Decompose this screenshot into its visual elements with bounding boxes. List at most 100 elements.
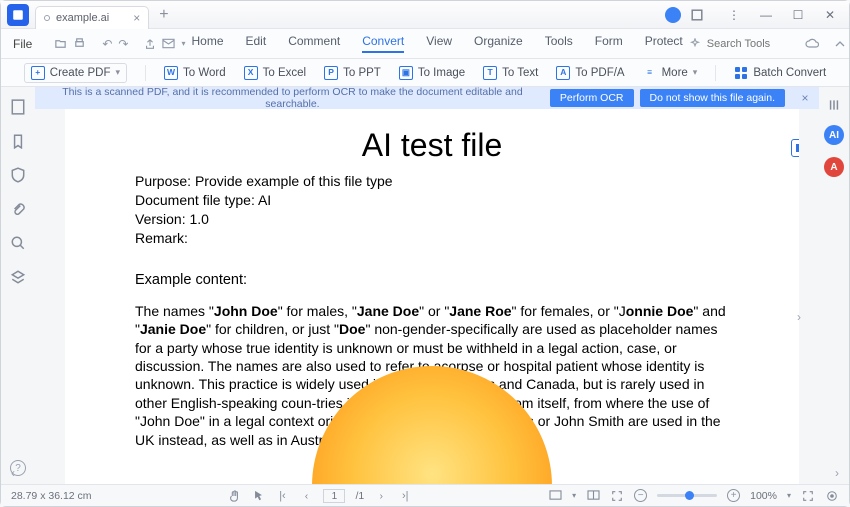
kebab-menu-icon[interactable]: ⋮ (723, 8, 745, 22)
tool-search[interactable] (689, 38, 787, 50)
document-tab[interactable]: example.ai × (35, 6, 149, 29)
last-page-icon[interactable]: ›| (398, 489, 412, 503)
document-page: AI test file Purpose: Provide example of… (65, 109, 799, 486)
tab-favicon-icon (44, 15, 50, 21)
attachments-icon[interactable] (10, 201, 26, 217)
minimize-icon[interactable]: — (755, 8, 777, 22)
nav-organize[interactable]: Organize (474, 34, 523, 53)
menu-bar: File ↶ ↷ ▾ Home Edit Comment Convert Vie… (1, 29, 849, 59)
next-page-icon[interactable]: › (797, 310, 805, 318)
status-bar: 28.79 x 36.12 cm |‹ ‹ 1 /1 › ›| ▾ − + 10… (1, 484, 849, 506)
hand-tool-icon[interactable] (227, 489, 241, 503)
thumbnails-icon[interactable] (10, 99, 26, 115)
image-icon: ▣ (399, 66, 413, 80)
to-ppt-button[interactable]: PTo PPT (324, 66, 381, 80)
chevron-down-icon: ▾ (116, 67, 121, 78)
text-icon: T (483, 66, 497, 80)
fullscreen-icon[interactable] (610, 489, 624, 503)
dismiss-ocr-button[interactable]: Do not show this file again. (640, 89, 786, 107)
first-page-icon[interactable]: |‹ (275, 489, 289, 503)
selection-handle-icon[interactable] (791, 139, 799, 157)
ocr-message: This is a scanned PDF, and it is recomme… (35, 87, 550, 110)
close-window-icon[interactable]: ✕ (819, 8, 841, 22)
print-icon[interactable] (73, 35, 86, 53)
nav-left-icon[interactable]: ‹ (11, 466, 15, 480)
redo-icon[interactable]: ↷ (118, 35, 128, 53)
page-dimensions: 28.79 x 36.12 cm (11, 490, 92, 502)
page-number-input[interactable]: 1 (323, 489, 345, 503)
email-icon[interactable] (162, 35, 175, 53)
create-pdf-button[interactable]: + Create PDF ▾ (24, 63, 127, 83)
title-bar: example.ai × + ⋮ — ☐ ✕ (1, 1, 849, 29)
search-input[interactable] (707, 38, 787, 50)
pdfa-icon: A (556, 66, 570, 80)
open-icon[interactable] (54, 35, 67, 53)
zoom-in-icon[interactable]: + (727, 489, 740, 502)
right-panel-toggle-icon[interactable] (826, 97, 842, 113)
close-tab-icon[interactable]: × (133, 11, 140, 25)
nav-comment[interactable]: Comment (288, 34, 340, 53)
to-image-button[interactable]: ▣To Image (399, 66, 465, 80)
zoom-slider[interactable] (657, 494, 717, 497)
nav-form[interactable]: Form (595, 34, 623, 53)
nav-convert[interactable]: Convert (362, 34, 404, 53)
bookmarks-icon[interactable] (10, 133, 26, 149)
main-nav: Home Edit Comment Convert View Organize … (191, 34, 682, 53)
zoom-chevron-icon[interactable]: ▾ (787, 491, 791, 500)
batch-convert-button[interactable]: Batch Convert (734, 66, 826, 80)
nav-view[interactable]: View (426, 34, 452, 53)
more-convert-button[interactable]: ≡More▾ (643, 66, 698, 80)
quick-more-icon[interactable]: ▾ (181, 35, 185, 53)
next-page-status-icon[interactable]: › (374, 489, 388, 503)
security-icon[interactable] (10, 167, 26, 183)
nav-tools[interactable]: Tools (545, 34, 573, 53)
perform-ocr-button[interactable]: Perform OCR (550, 89, 634, 107)
reading-mode-icon[interactable] (586, 489, 600, 503)
example-content-heading: Example content: (135, 272, 729, 288)
document-meta: Purpose: Provide example of this file ty… (135, 172, 729, 248)
collapse-ribbon-icon[interactable] (831, 35, 849, 53)
to-pdfa-button[interactable]: ATo PDF/A (556, 66, 624, 80)
select-tool-icon[interactable] (251, 489, 265, 503)
fit-page-icon[interactable] (801, 489, 815, 503)
tab-title: example.ai (56, 12, 109, 24)
prev-page-status-icon[interactable]: ‹ (299, 489, 313, 503)
ai-assistant-icon[interactable]: AI (824, 125, 844, 145)
to-text-button[interactable]: TTo Text (483, 66, 538, 80)
to-excel-button[interactable]: XTo Excel (244, 66, 306, 80)
left-sidebar: ? (1, 87, 35, 486)
close-banner-icon[interactable]: × (791, 91, 819, 105)
ai-secondary-icon[interactable]: A (824, 157, 844, 177)
search-panel-icon[interactable] (10, 235, 26, 251)
app-logo-icon (7, 4, 29, 26)
chevron-down-icon: ▾ (693, 67, 698, 78)
word-icon: W (164, 66, 178, 80)
more-icon: ≡ (643, 66, 657, 80)
sparkle-icon (689, 38, 701, 50)
actual-size-icon[interactable] (825, 489, 839, 503)
undo-icon[interactable]: ↶ (102, 35, 112, 53)
nav-right-icon[interactable]: › (835, 466, 839, 480)
file-menu[interactable]: File (7, 35, 38, 53)
panel-toggle-icon[interactable] (691, 9, 713, 21)
view-mode-chevron-icon[interactable]: ▾ (572, 491, 576, 500)
account-avatar-icon[interactable] (665, 7, 681, 23)
zoom-out-icon[interactable]: − (634, 489, 647, 502)
plus-icon: + (31, 66, 45, 80)
to-word-button[interactable]: WTo Word (164, 66, 226, 80)
document-area: This is a scanned PDF, and it is recomme… (35, 87, 819, 486)
nav-home[interactable]: Home (191, 34, 223, 53)
share-icon[interactable] (144, 35, 156, 53)
page-nav-arrows: ‹ › (1, 466, 849, 480)
cloud-icon[interactable] (803, 35, 821, 53)
maximize-icon[interactable]: ☐ (787, 8, 809, 22)
document-title: AI test file (135, 127, 729, 164)
nav-edit[interactable]: Edit (246, 34, 267, 53)
ppt-icon: P (324, 66, 338, 80)
new-tab-button[interactable]: + (159, 6, 168, 24)
layers-icon[interactable] (10, 269, 26, 285)
page-total: /1 (355, 490, 364, 502)
nav-protect[interactable]: Protect (645, 34, 683, 53)
view-mode-icon[interactable] (548, 489, 562, 503)
zoom-level: 100% (750, 490, 777, 502)
